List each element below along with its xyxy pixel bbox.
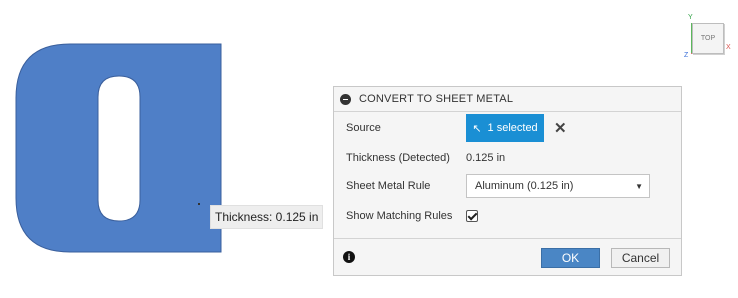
matching-rules-row: Show Matching Rules — [346, 204, 673, 228]
dialog-header[interactable]: CONVERT TO SHEET METAL — [334, 87, 681, 112]
thickness-tooltip: Thickness: 0.125 in — [210, 205, 324, 229]
cursor-arrow-icon: ↖ — [472, 122, 482, 135]
y-axis-label: Y — [688, 14, 693, 21]
source-selection-button[interactable]: ↖ 1 selected — [466, 114, 544, 142]
dialog-body: Source ↖ 1 selected ✕ Thickness (Detecte… — [334, 112, 681, 240]
sheet-metal-rule-dropdown[interactable]: Aluminum (0.125 in) ▼ — [466, 174, 650, 198]
chevron-down-icon: ▼ — [635, 181, 643, 191]
matching-rules-label: Show Matching Rules — [346, 210, 453, 222]
measure-point — [198, 203, 200, 205]
rule-selected-value: Aluminum (0.125 in) — [475, 180, 574, 192]
viewcube-top-face[interactable]: TOP — [692, 23, 724, 54]
thickness-value: 0.125 in — [466, 152, 506, 164]
rule-label: Sheet Metal Rule — [346, 180, 431, 192]
z-axis-label: Z — [684, 52, 689, 59]
cancel-button[interactable]: Cancel — [611, 248, 670, 268]
source-label: Source — [346, 122, 381, 134]
collapse-icon[interactable] — [340, 93, 351, 105]
source-selection-label: 1 selected — [487, 122, 538, 134]
source-row: Source ↖ 1 selected ✕ — [346, 114, 673, 142]
x-axis-label: X — [726, 44, 731, 51]
rule-row: Sheet Metal Rule Aluminum (0.125 in) ▼ — [346, 174, 673, 198]
part-face[interactable] — [15, 43, 222, 253]
thickness-row: Thickness (Detected) 0.125 in — [346, 146, 673, 170]
clear-selection-icon[interactable]: ✕ — [554, 119, 567, 137]
thickness-label: Thickness (Detected) — [346, 152, 450, 164]
info-icon[interactable]: i — [343, 251, 355, 263]
dialog-title: CONVERT TO SHEET METAL — [359, 93, 514, 105]
view-cube[interactable]: Y X Z TOP — [682, 14, 738, 64]
dialog-footer: i OK Cancel — [334, 238, 681, 275]
ok-button[interactable]: OK — [541, 248, 600, 268]
show-matching-rules-checkbox[interactable] — [466, 210, 478, 222]
convert-sheet-metal-dialog: CONVERT TO SHEET METAL Source ↖ 1 select… — [333, 86, 682, 276]
